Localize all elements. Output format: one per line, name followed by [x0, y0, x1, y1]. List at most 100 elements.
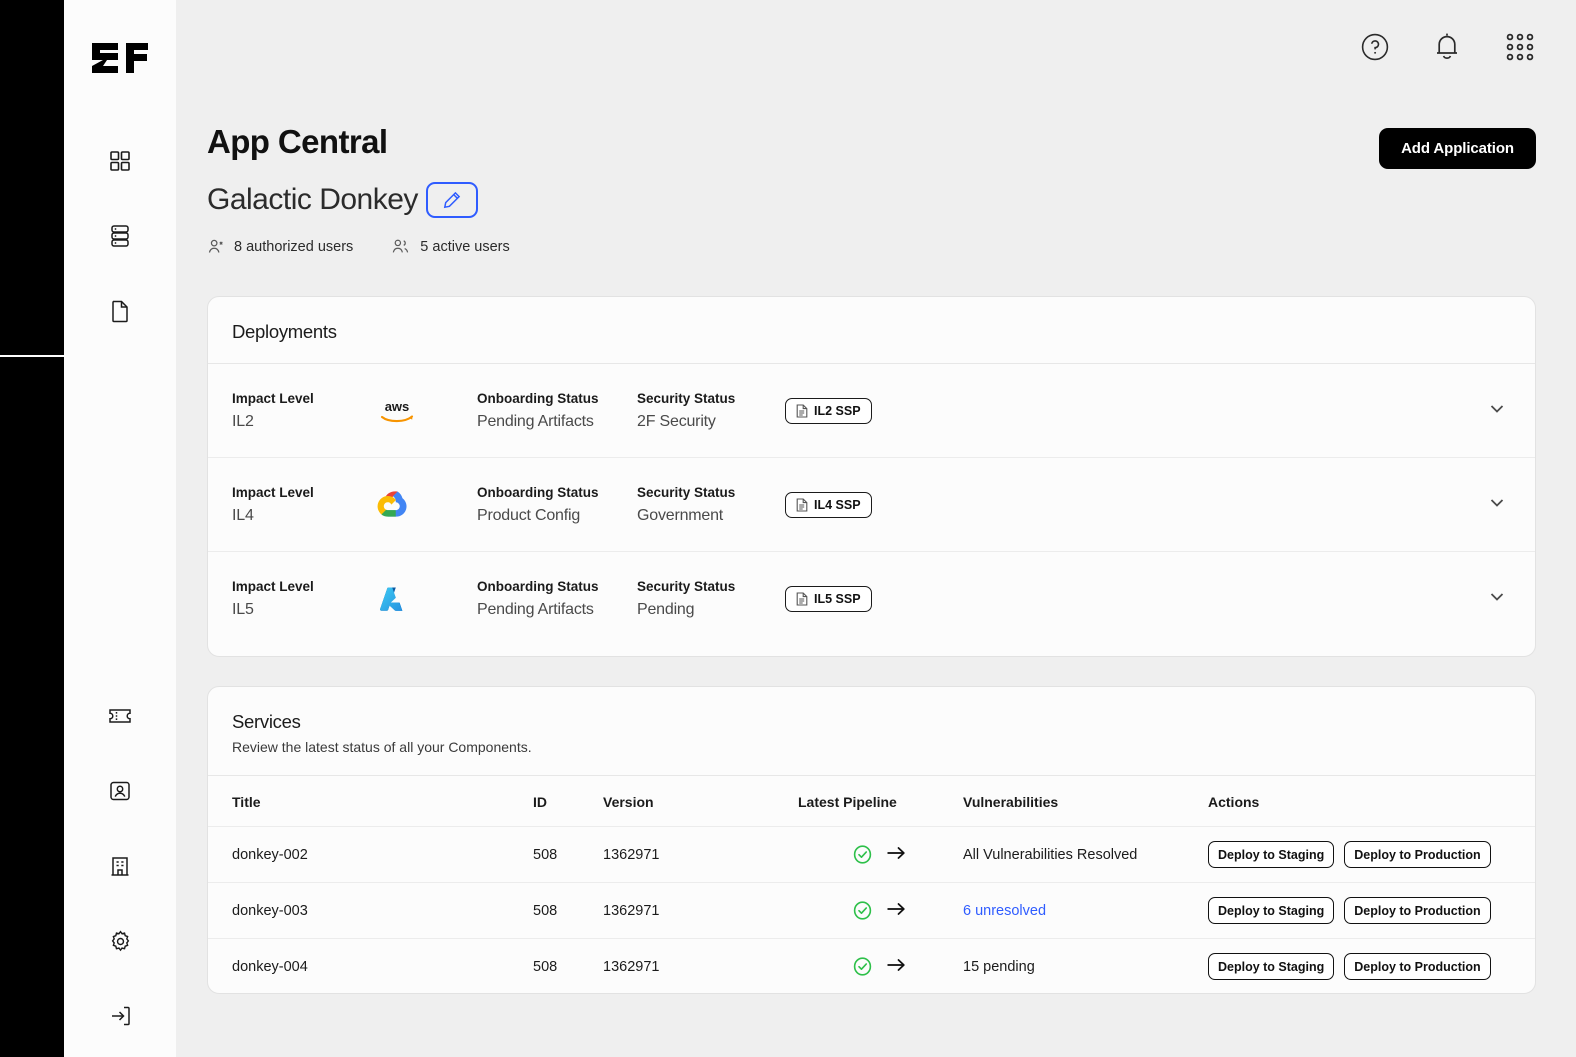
- logo-2f-icon: [92, 43, 148, 73]
- ssp-label: IL4 SSP: [814, 497, 861, 512]
- service-id: 508: [533, 882, 603, 939]
- deploy-to-production-button[interactable]: Deploy to Production: [1344, 897, 1491, 924]
- services-column-header: Vulnerabilities: [963, 776, 1208, 827]
- deployments-title: Deployments: [232, 321, 337, 342]
- services-table: Title ID Version Latest Pipeline Vulnerabili…: [208, 776, 1535, 995]
- aws-logo-icon: aws: [380, 399, 414, 422]
- pipeline-success-icon: [853, 901, 872, 920]
- deploy-to-production-button[interactable]: Deploy to Production: [1344, 841, 1491, 868]
- service-pipeline: [798, 882, 963, 939]
- deployments-list: Impact Level IL2 aws Onboarding Status P…: [208, 364, 1535, 646]
- security-status-label: Security Status: [637, 579, 736, 594]
- building-icon: [111, 857, 129, 876]
- deployment-provider-logo: aws: [377, 398, 477, 424]
- ssp-button[interactable]: IL5 SSP: [785, 586, 872, 612]
- security-status-value: Pending: [637, 601, 695, 618]
- deployment-onboarding-status: Onboarding Status Pending Artifacts: [477, 391, 637, 431]
- services-table-header-row: Title ID Version Latest Pipeline Vulnerabili…: [208, 776, 1535, 827]
- service-actions: Deploy to Staging Deploy to Production: [1208, 826, 1535, 883]
- deployment-row[interactable]: Impact Level IL5 Onboarding Status Pendi…: [208, 552, 1535, 646]
- service-vulnerabilities[interactable]: 6 unresolved: [963, 882, 1208, 939]
- pipeline-status-cell: [798, 845, 963, 865]
- grid-dots-icon: [1506, 33, 1534, 61]
- deployment-expand-toggle[interactable]: [1487, 398, 1507, 423]
- authorized-users-meta: 8 authorized users: [207, 238, 353, 255]
- deployment-security-status: Security Status Pending: [637, 579, 785, 619]
- deployment-onboarding-status: Onboarding Status Product Config: [477, 485, 637, 525]
- pipeline-arrow-button[interactable]: [886, 845, 906, 865]
- add-application-button[interactable]: Add Application: [1379, 128, 1536, 169]
- service-id: 508: [533, 958, 558, 975]
- onboarding-status-value: Product Config: [477, 506, 581, 524]
- svg-text:aws: aws: [385, 399, 410, 414]
- deploy-to-production-button[interactable]: Deploy to Production: [1344, 953, 1491, 981]
- pipeline-success-icon: [853, 845, 872, 864]
- service-pipeline: [798, 939, 963, 995]
- google-cloud-logo-icon: [377, 490, 407, 517]
- service-title: donkey-004: [232, 958, 308, 975]
- sidebar-item-tickets[interactable]: [105, 701, 135, 731]
- onboarding-status-value: Pending Artifacts: [477, 601, 594, 618]
- service-version: 1362971: [603, 958, 660, 975]
- ssp-button[interactable]: IL2 SSP: [785, 397, 872, 424]
- apps-button[interactable]: [1504, 31, 1536, 63]
- impact-level-label: Impact Level: [232, 390, 314, 406]
- deployment-row[interactable]: Impact Level IL2 aws Onboarding Status P…: [208, 364, 1535, 458]
- users-icon: [393, 239, 409, 253]
- sidebar-item-database[interactable]: [105, 221, 135, 251]
- rail-seam: [0, 355, 64, 357]
- impact-level-value: IL4: [232, 506, 254, 524]
- service-title: donkey-002: [208, 826, 533, 883]
- pipeline-arrow-button[interactable]: [886, 957, 906, 977]
- pipeline-arrow-icon: [887, 846, 905, 859]
- deployment-expand-toggle[interactable]: [1487, 492, 1507, 517]
- security-status-label: Security Status: [637, 484, 736, 500]
- table-row[interactable]: donkey-003 508 1362971 6 unresolved Depl…: [208, 882, 1535, 939]
- black-rail: [0, 0, 64, 1057]
- pipeline-status-cell: [798, 957, 963, 977]
- onboarding-status-label: Onboarding Status: [477, 390, 599, 406]
- notifications-button[interactable]: [1433, 32, 1461, 62]
- sidebar-item-settings[interactable]: [105, 926, 135, 956]
- impact-level-value: IL5: [232, 601, 254, 618]
- services-card: Services Review the latest status of all…: [207, 686, 1536, 994]
- chevron-down-icon: [1490, 404, 1504, 413]
- pipeline-arrow-icon: [887, 958, 905, 971]
- deploy-to-staging-button[interactable]: Deploy to Staging: [1208, 953, 1335, 981]
- service-vulnerabilities: 15 pending: [963, 939, 1208, 995]
- deployment-expand-toggle[interactable]: [1487, 587, 1507, 612]
- deployment-impact-level: Impact Level IL4: [232, 485, 377, 525]
- sidebar-item-organization[interactable]: [105, 851, 135, 881]
- chevron-down-icon: [1490, 593, 1504, 601]
- bell-icon: [1437, 33, 1457, 59]
- pipeline-arrow-button[interactable]: [886, 901, 906, 921]
- sidebar-item-dashboard[interactable]: [105, 146, 135, 176]
- vulnerabilities-value[interactable]: 6 unresolved: [963, 903, 1046, 919]
- ssp-button[interactable]: IL4 SSP: [785, 491, 872, 518]
- brand-logo[interactable]: [86, 36, 154, 80]
- edit-application-button[interactable]: [425, 182, 478, 219]
- deployment-onboarding-status: Onboarding Status Pending Artifacts: [477, 579, 637, 619]
- topbar: [1360, 31, 1536, 63]
- table-row[interactable]: donkey-002 508 1362971 All Vulnerabiliti…: [208, 826, 1535, 883]
- table-row[interactable]: donkey-004 508 1362971 15 pending Deploy…: [208, 939, 1535, 995]
- impact-level-label: Impact Level: [232, 579, 314, 594]
- active-users-meta: 5 active users: [391, 238, 510, 255]
- page-header: App Central Galactic Donkey 8 authorized…: [207, 123, 510, 255]
- impact-level-label: Impact Level: [232, 484, 314, 500]
- deployment-row[interactable]: Impact Level IL4 Onboarding Status Produ…: [208, 458, 1535, 552]
- help-button[interactable]: [1360, 32, 1390, 62]
- deploy-to-staging-button[interactable]: Deploy to Staging: [1208, 841, 1335, 868]
- document-icon: [796, 592, 808, 606]
- actions-cell: Deploy to Staging Deploy to Production: [1208, 841, 1535, 868]
- service-version: 1362971: [603, 826, 798, 883]
- deployments-card-header: Deployments: [208, 297, 1535, 364]
- sidebar-item-logout[interactable]: [105, 1001, 135, 1031]
- services-table-body: donkey-002 508 1362971 All Vulnerabiliti…: [208, 826, 1535, 995]
- sidebar-item-documents[interactable]: [105, 296, 135, 326]
- user-card-icon: [110, 781, 130, 801]
- sidebar-item-profile[interactable]: [105, 776, 135, 806]
- chevron-down-icon: [1490, 498, 1504, 507]
- ticket-icon: [109, 709, 131, 723]
- deploy-to-staging-button[interactable]: Deploy to Staging: [1208, 897, 1335, 924]
